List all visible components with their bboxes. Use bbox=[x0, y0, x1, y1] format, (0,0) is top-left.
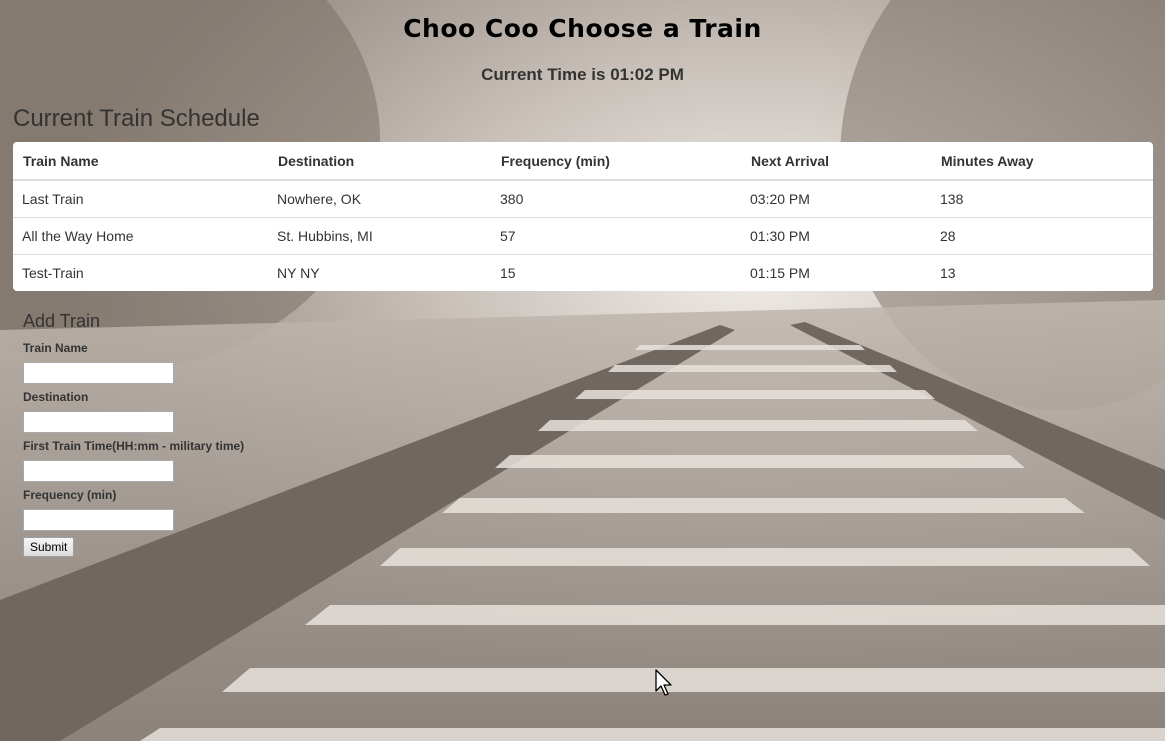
table-row: All the Way Home St. Hubbins, MI 57 01:3… bbox=[13, 217, 1153, 255]
schedule-heading: Current Train Schedule bbox=[13, 105, 260, 132]
cell-destination: Nowhere, OK bbox=[277, 191, 362, 207]
cell-minutes-away: 13 bbox=[931, 254, 1153, 291]
header-row: Train Name Destination Frequency (min) N… bbox=[13, 142, 1153, 181]
submit-button[interactable]: Submit bbox=[23, 537, 75, 557]
mouse-pointer-icon bbox=[655, 669, 672, 696]
current-time-prefix: Current Time is bbox=[481, 65, 611, 84]
cell-next-arrival: 03:20 PM bbox=[750, 191, 810, 207]
cell-minutes-away: 28 bbox=[931, 217, 1153, 255]
cell-frequency: 57 bbox=[491, 217, 741, 255]
train-name-input[interactable] bbox=[23, 362, 174, 384]
destination-label: Destination bbox=[23, 390, 89, 404]
schedule-table-header: Train Name Destination Frequency (min) N… bbox=[13, 142, 1153, 181]
table-row: Last Train Nowhere, OK 380 03:20 PM 138 bbox=[13, 180, 1153, 218]
cell-train-name: All the Way Home bbox=[13, 217, 268, 255]
column-header-minutes-away: Minutes Away bbox=[931, 142, 1153, 181]
schedule-table-body: Last Train Nowhere, OK 380 03:20 PM 138 … bbox=[13, 180, 1153, 291]
cell-train-name: Last Train bbox=[22, 191, 84, 207]
site-title: Choo Coo Choose a Train bbox=[403, 14, 762, 43]
cell-next-arrival: 01:15 PM bbox=[741, 254, 931, 291]
cell-frequency: 380 bbox=[500, 191, 524, 207]
column-header-frequency: Frequency (min) bbox=[491, 142, 741, 181]
destination-input[interactable] bbox=[23, 411, 174, 433]
cell-train-name: Test-Train bbox=[13, 254, 268, 291]
column-header-next-arrival: Next Arrival bbox=[741, 142, 931, 181]
cell-minutes-away: 138 bbox=[940, 191, 964, 207]
current-time: Current Time is 01:02 PM bbox=[0, 65, 1165, 85]
cell-frequency: 15 bbox=[491, 254, 741, 291]
column-header-train-name: Train Name bbox=[13, 142, 268, 181]
current-time-value: 01:02 PM bbox=[610, 65, 684, 84]
frequency-label: Frequency (min) bbox=[23, 488, 117, 502]
schedule-panel: Train Name Destination Frequency (min) N… bbox=[13, 142, 1153, 291]
train-name-label: Train Name bbox=[23, 341, 88, 355]
add-train-form: Add Train Train Name Destination First T… bbox=[23, 310, 283, 557]
cell-destination: NY NY bbox=[268, 254, 491, 291]
column-header-destination: Destination bbox=[268, 142, 491, 181]
first-train-time-label: First Train Time(HH:mm - military time) bbox=[23, 439, 245, 453]
page: Choo Coo Choose a Train Current Time is … bbox=[0, 0, 1165, 741]
table-row: Test-Train NY NY 15 01:15 PM 13 bbox=[13, 254, 1153, 291]
add-train-heading: Add Train bbox=[23, 311, 101, 331]
schedule-table: Train Name Destination Frequency (min) N… bbox=[13, 142, 1153, 291]
cell-destination: St. Hubbins, MI bbox=[268, 217, 491, 255]
first-train-time-input[interactable] bbox=[23, 460, 174, 482]
frequency-input[interactable] bbox=[23, 509, 174, 531]
cell-next-arrival: 01:30 PM bbox=[741, 217, 931, 255]
